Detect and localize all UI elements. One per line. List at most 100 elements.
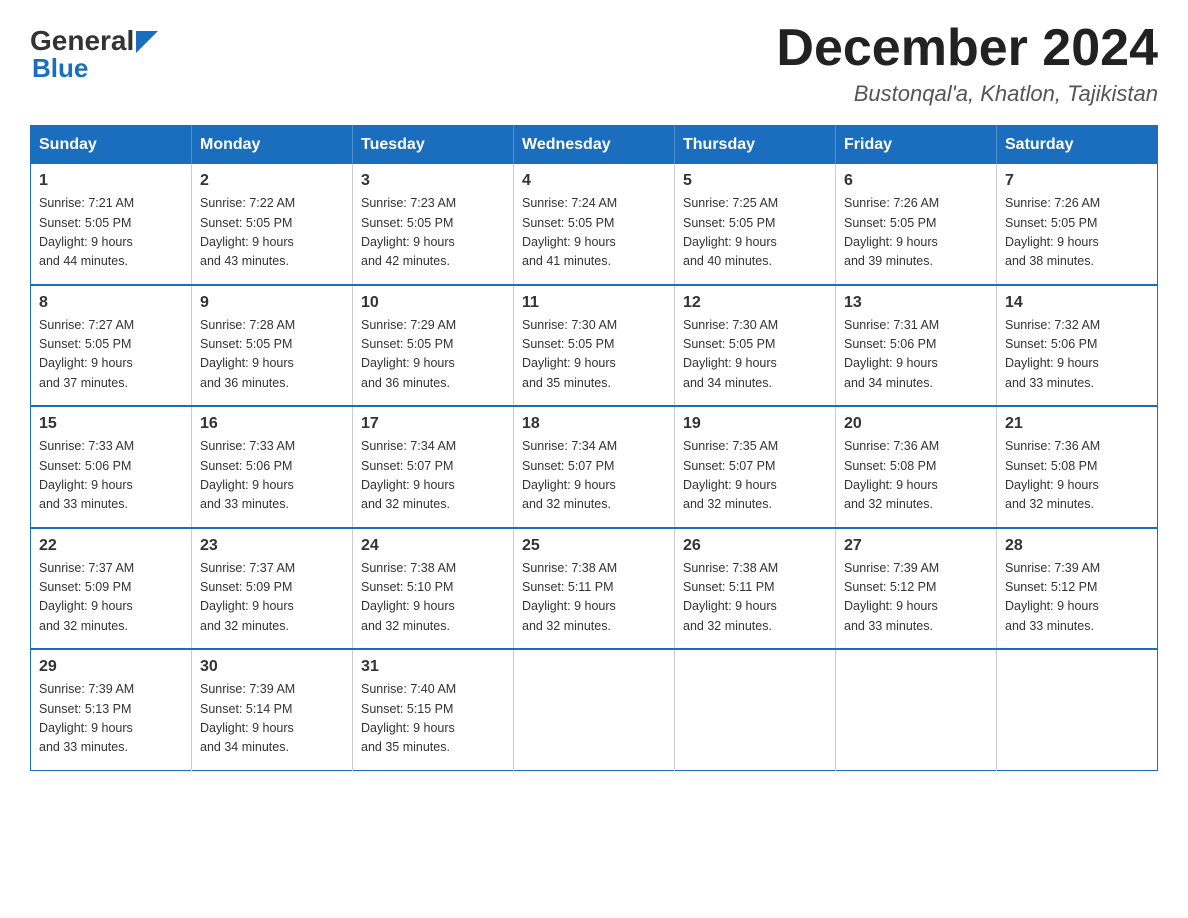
calendar-header-row: SundayMondayTuesdayWednesdayThursdayFrid… — [31, 126, 1158, 165]
day-number: 30 — [200, 658, 344, 676]
calendar-cell: 17 Sunrise: 7:34 AM Sunset: 5:07 PM Dayl… — [353, 406, 514, 528]
day-info: Sunrise: 7:39 AM Sunset: 5:12 PM Dayligh… — [844, 559, 988, 637]
day-number: 3 — [361, 172, 505, 190]
day-number: 14 — [1005, 294, 1149, 312]
logo-blue-text: Blue — [32, 53, 88, 84]
col-header-monday: Monday — [192, 126, 353, 165]
calendar-cell: 4 Sunrise: 7:24 AM Sunset: 5:05 PM Dayli… — [514, 164, 675, 285]
calendar-cell: 26 Sunrise: 7:38 AM Sunset: 5:11 PM Dayl… — [675, 528, 836, 650]
calendar-cell: 27 Sunrise: 7:39 AM Sunset: 5:12 PM Dayl… — [836, 528, 997, 650]
day-number: 10 — [361, 294, 505, 312]
day-number: 20 — [844, 415, 988, 433]
calendar-cell: 6 Sunrise: 7:26 AM Sunset: 5:05 PM Dayli… — [836, 164, 997, 285]
day-number: 22 — [39, 537, 183, 555]
day-number: 4 — [522, 172, 666, 190]
day-number: 26 — [683, 537, 827, 555]
day-info: Sunrise: 7:39 AM Sunset: 5:13 PM Dayligh… — [39, 680, 183, 758]
day-info: Sunrise: 7:38 AM Sunset: 5:10 PM Dayligh… — [361, 559, 505, 637]
day-number: 9 — [200, 294, 344, 312]
col-header-saturday: Saturday — [997, 126, 1158, 165]
day-info: Sunrise: 7:25 AM Sunset: 5:05 PM Dayligh… — [683, 194, 827, 272]
calendar-cell: 20 Sunrise: 7:36 AM Sunset: 5:08 PM Dayl… — [836, 406, 997, 528]
calendar-cell: 23 Sunrise: 7:37 AM Sunset: 5:09 PM Dayl… — [192, 528, 353, 650]
day-info: Sunrise: 7:39 AM Sunset: 5:12 PM Dayligh… — [1005, 559, 1149, 637]
calendar-cell: 25 Sunrise: 7:38 AM Sunset: 5:11 PM Dayl… — [514, 528, 675, 650]
day-number: 13 — [844, 294, 988, 312]
day-info: Sunrise: 7:38 AM Sunset: 5:11 PM Dayligh… — [522, 559, 666, 637]
calendar-cell: 2 Sunrise: 7:22 AM Sunset: 5:05 PM Dayli… — [192, 164, 353, 285]
day-number: 24 — [361, 537, 505, 555]
day-info: Sunrise: 7:21 AM Sunset: 5:05 PM Dayligh… — [39, 194, 183, 272]
col-header-wednesday: Wednesday — [514, 126, 675, 165]
calendar-cell: 18 Sunrise: 7:34 AM Sunset: 5:07 PM Dayl… — [514, 406, 675, 528]
day-number: 25 — [522, 537, 666, 555]
day-info: Sunrise: 7:39 AM Sunset: 5:14 PM Dayligh… — [200, 680, 344, 758]
day-info: Sunrise: 7:34 AM Sunset: 5:07 PM Dayligh… — [361, 437, 505, 515]
calendar-cell — [675, 649, 836, 770]
day-number: 12 — [683, 294, 827, 312]
calendar-cell: 7 Sunrise: 7:26 AM Sunset: 5:05 PM Dayli… — [997, 164, 1158, 285]
day-info: Sunrise: 7:33 AM Sunset: 5:06 PM Dayligh… — [200, 437, 344, 515]
week-row-5: 29 Sunrise: 7:39 AM Sunset: 5:13 PM Dayl… — [31, 649, 1158, 770]
day-info: Sunrise: 7:30 AM Sunset: 5:05 PM Dayligh… — [522, 316, 666, 394]
location-title: Bustonqal'a, Khatlon, Tajikistan — [776, 81, 1158, 107]
day-number: 8 — [39, 294, 183, 312]
calendar-cell — [514, 649, 675, 770]
day-info: Sunrise: 7:26 AM Sunset: 5:05 PM Dayligh… — [844, 194, 988, 272]
day-info: Sunrise: 7:33 AM Sunset: 5:06 PM Dayligh… — [39, 437, 183, 515]
week-row-1: 1 Sunrise: 7:21 AM Sunset: 5:05 PM Dayli… — [31, 164, 1158, 285]
day-number: 28 — [1005, 537, 1149, 555]
calendar-cell: 11 Sunrise: 7:30 AM Sunset: 5:05 PM Dayl… — [514, 285, 675, 407]
day-number: 27 — [844, 537, 988, 555]
day-info: Sunrise: 7:30 AM Sunset: 5:05 PM Dayligh… — [683, 316, 827, 394]
day-info: Sunrise: 7:32 AM Sunset: 5:06 PM Dayligh… — [1005, 316, 1149, 394]
calendar-cell: 1 Sunrise: 7:21 AM Sunset: 5:05 PM Dayli… — [31, 164, 192, 285]
calendar-cell: 5 Sunrise: 7:25 AM Sunset: 5:05 PM Dayli… — [675, 164, 836, 285]
day-info: Sunrise: 7:37 AM Sunset: 5:09 PM Dayligh… — [39, 559, 183, 637]
day-number: 29 — [39, 658, 183, 676]
col-header-tuesday: Tuesday — [353, 126, 514, 165]
day-info: Sunrise: 7:38 AM Sunset: 5:11 PM Dayligh… — [683, 559, 827, 637]
day-info: Sunrise: 7:27 AM Sunset: 5:05 PM Dayligh… — [39, 316, 183, 394]
calendar-cell: 16 Sunrise: 7:33 AM Sunset: 5:06 PM Dayl… — [192, 406, 353, 528]
day-info: Sunrise: 7:36 AM Sunset: 5:08 PM Dayligh… — [844, 437, 988, 515]
calendar-cell — [836, 649, 997, 770]
day-number: 5 — [683, 172, 827, 190]
day-info: Sunrise: 7:34 AM Sunset: 5:07 PM Dayligh… — [522, 437, 666, 515]
day-number: 19 — [683, 415, 827, 433]
calendar-cell: 3 Sunrise: 7:23 AM Sunset: 5:05 PM Dayli… — [353, 164, 514, 285]
week-row-2: 8 Sunrise: 7:27 AM Sunset: 5:05 PM Dayli… — [31, 285, 1158, 407]
calendar-cell: 10 Sunrise: 7:29 AM Sunset: 5:05 PM Dayl… — [353, 285, 514, 407]
day-info: Sunrise: 7:26 AM Sunset: 5:05 PM Dayligh… — [1005, 194, 1149, 272]
page-header: General Blue December 2024 Bustonqal'a, … — [30, 20, 1158, 107]
day-number: 21 — [1005, 415, 1149, 433]
calendar-cell: 8 Sunrise: 7:27 AM Sunset: 5:05 PM Dayli… — [31, 285, 192, 407]
day-number: 11 — [522, 294, 666, 312]
calendar-cell: 15 Sunrise: 7:33 AM Sunset: 5:06 PM Dayl… — [31, 406, 192, 528]
calendar-cell: 28 Sunrise: 7:39 AM Sunset: 5:12 PM Dayl… — [997, 528, 1158, 650]
day-number: 15 — [39, 415, 183, 433]
day-info: Sunrise: 7:35 AM Sunset: 5:07 PM Dayligh… — [683, 437, 827, 515]
calendar-cell: 13 Sunrise: 7:31 AM Sunset: 5:06 PM Dayl… — [836, 285, 997, 407]
calendar-cell: 22 Sunrise: 7:37 AM Sunset: 5:09 PM Dayl… — [31, 528, 192, 650]
calendar-cell: 14 Sunrise: 7:32 AM Sunset: 5:06 PM Dayl… — [997, 285, 1158, 407]
logo-arrow-icon — [136, 31, 158, 53]
day-number: 6 — [844, 172, 988, 190]
calendar-cell: 21 Sunrise: 7:36 AM Sunset: 5:08 PM Dayl… — [997, 406, 1158, 528]
col-header-friday: Friday — [836, 126, 997, 165]
calendar-cell: 31 Sunrise: 7:40 AM Sunset: 5:15 PM Dayl… — [353, 649, 514, 770]
day-info: Sunrise: 7:22 AM Sunset: 5:05 PM Dayligh… — [200, 194, 344, 272]
day-info: Sunrise: 7:28 AM Sunset: 5:05 PM Dayligh… — [200, 316, 344, 394]
week-row-3: 15 Sunrise: 7:33 AM Sunset: 5:06 PM Dayl… — [31, 406, 1158, 528]
week-row-4: 22 Sunrise: 7:37 AM Sunset: 5:09 PM Dayl… — [31, 528, 1158, 650]
day-number: 2 — [200, 172, 344, 190]
calendar-cell: 29 Sunrise: 7:39 AM Sunset: 5:13 PM Dayl… — [31, 649, 192, 770]
calendar-cell: 30 Sunrise: 7:39 AM Sunset: 5:14 PM Dayl… — [192, 649, 353, 770]
day-number: 23 — [200, 537, 344, 555]
day-info: Sunrise: 7:23 AM Sunset: 5:05 PM Dayligh… — [361, 194, 505, 272]
calendar-cell: 19 Sunrise: 7:35 AM Sunset: 5:07 PM Dayl… — [675, 406, 836, 528]
col-header-thursday: Thursday — [675, 126, 836, 165]
day-number: 16 — [200, 415, 344, 433]
calendar-cell: 24 Sunrise: 7:38 AM Sunset: 5:10 PM Dayl… — [353, 528, 514, 650]
day-number: 18 — [522, 415, 666, 433]
